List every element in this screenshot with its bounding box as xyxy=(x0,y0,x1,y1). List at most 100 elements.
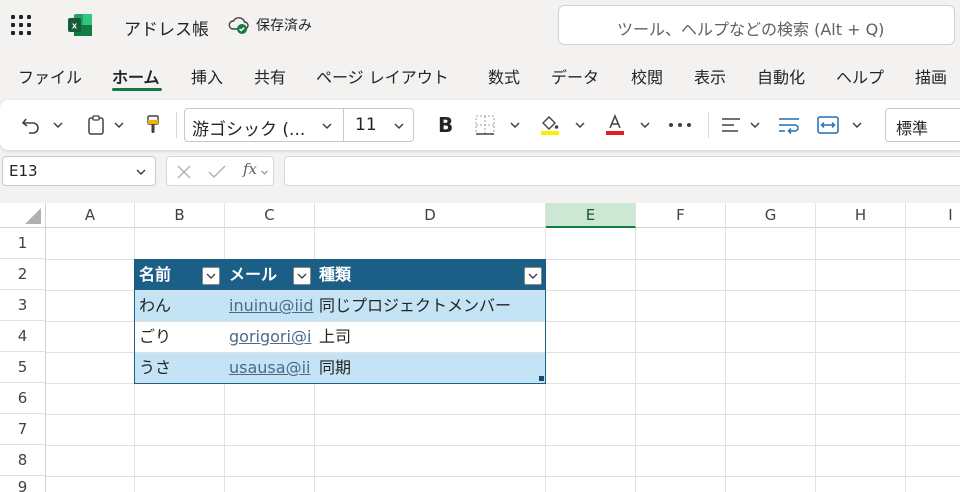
select-all-button[interactable] xyxy=(0,203,46,228)
paste-dropdown[interactable] xyxy=(113,100,125,150)
column-header-f[interactable]: F xyxy=(636,203,726,228)
chevron-down-icon xyxy=(575,122,585,129)
borders-dropdown[interactable] xyxy=(509,100,521,150)
font-picker[interactable]: 游ゴシック (... 11 xyxy=(184,108,414,142)
column-header-i[interactable]: I xyxy=(906,203,960,228)
row-header-7[interactable]: 7 xyxy=(0,414,46,445)
font-color-dropdown[interactable] xyxy=(639,100,651,150)
search-input[interactable]: ツール、ヘルプなどの検索 (Alt + Q) xyxy=(558,5,955,45)
column-header-h[interactable]: H xyxy=(816,203,906,228)
tab-draw[interactable]: 描画 xyxy=(915,64,947,88)
column-header-row: A B C D E F G H I xyxy=(0,203,960,228)
number-format-value: 標準 xyxy=(896,119,929,138)
chevron-down-icon xyxy=(510,122,520,129)
column-header-c[interactable]: C xyxy=(225,203,315,228)
column-header-a[interactable]: A xyxy=(46,203,135,228)
table-outline xyxy=(134,259,546,384)
align-button[interactable] xyxy=(720,100,742,150)
row-header-3[interactable]: 3 xyxy=(0,290,46,321)
number-format-select[interactable]: 標準 xyxy=(885,108,960,142)
row-header-1[interactable]: 1 xyxy=(0,228,46,259)
tab-share[interactable]: 共有 xyxy=(254,64,286,88)
bold-icon: B xyxy=(438,113,454,137)
save-status[interactable]: 保存済み xyxy=(228,15,312,35)
select-all-icon xyxy=(25,208,41,224)
row-header-4[interactable]: 4 xyxy=(0,321,46,352)
gridline xyxy=(725,228,726,492)
spreadsheet-grid[interactable]: A B C D E F G H I 1 2 3 4 5 6 7 8 9 名前 メ… xyxy=(0,203,960,492)
title-bar: x アドレス帳 保存済み ツール、ヘルプなどの検索 (Alt + Q) xyxy=(0,0,960,52)
column-header-g[interactable]: G xyxy=(726,203,816,228)
wrap-text-icon xyxy=(779,118,799,135)
ellipsis-icon xyxy=(669,123,691,127)
tab-review[interactable]: 校閲 xyxy=(631,64,663,88)
svg-text:x: x xyxy=(72,21,77,31)
bold-button[interactable]: B xyxy=(438,100,453,150)
column-header-e[interactable]: E xyxy=(546,203,636,228)
toolbar-divider xyxy=(176,112,177,138)
merge-dropdown[interactable] xyxy=(851,100,863,150)
font-color-icon xyxy=(606,114,624,135)
tab-insert[interactable]: 挿入 xyxy=(191,64,223,88)
more-options-button[interactable] xyxy=(668,100,692,150)
excel-logo-icon[interactable]: x xyxy=(67,13,93,37)
chevron-down-icon xyxy=(114,122,124,129)
tab-file[interactable]: ファイル xyxy=(18,64,82,88)
chevron-down-icon xyxy=(322,123,332,130)
formula-actions: fx xyxy=(166,156,274,186)
clipboard-icon xyxy=(88,115,104,135)
font-color-button[interactable] xyxy=(604,100,626,150)
wrap-text-button[interactable] xyxy=(777,100,801,150)
tab-formulas[interactable]: 数式 xyxy=(488,64,520,88)
chevron-down-icon xyxy=(136,169,146,176)
borders-button[interactable] xyxy=(474,100,496,150)
row-header-6[interactable]: 6 xyxy=(0,383,46,414)
font-size-value[interactable]: 11 xyxy=(355,115,377,135)
font-picker-divider xyxy=(343,109,344,141)
column-header-d[interactable]: D xyxy=(315,203,546,228)
fill-color-dropdown[interactable] xyxy=(574,100,586,150)
font-name-value: 游ゴシック (... xyxy=(192,120,306,140)
tab-home[interactable]: ホーム xyxy=(112,64,160,88)
paste-button[interactable] xyxy=(86,100,106,150)
insert-function-icon[interactable]: fx xyxy=(243,160,257,178)
row-header-5[interactable]: 5 xyxy=(0,352,46,383)
table-resize-handle[interactable] xyxy=(539,376,544,381)
cancel-icon[interactable] xyxy=(175,163,193,181)
save-status-label: 保存済み xyxy=(256,18,312,34)
gridline xyxy=(46,445,960,446)
align-dropdown[interactable] xyxy=(749,100,761,150)
gridline xyxy=(635,228,636,492)
format-painter-button[interactable] xyxy=(145,100,161,150)
undo-button[interactable] xyxy=(20,100,42,150)
enter-check-icon[interactable] xyxy=(207,163,227,181)
row-header-9[interactable]: 9 xyxy=(0,476,46,492)
formula-input[interactable] xyxy=(284,156,960,186)
row-header-8[interactable]: 8 xyxy=(0,445,46,476)
cloud-saved-icon xyxy=(228,15,250,35)
document-title[interactable]: アドレス帳 xyxy=(124,15,209,40)
merge-button[interactable] xyxy=(816,100,840,150)
ribbon-toolbar: 游ゴシック (... 11 B 標準 xyxy=(0,100,960,150)
gridline xyxy=(46,414,960,415)
gridline xyxy=(46,476,960,477)
undo-icon xyxy=(21,118,39,134)
name-box[interactable]: E13 xyxy=(2,156,156,186)
tab-automate[interactable]: 自動化 xyxy=(757,64,805,88)
brush-icon xyxy=(147,115,159,133)
active-tab-indicator xyxy=(112,88,162,91)
fill-color-button[interactable] xyxy=(539,100,561,150)
tab-view[interactable]: 表示 xyxy=(694,64,726,88)
row-header-2[interactable]: 2 xyxy=(0,259,46,290)
tab-help[interactable]: ヘルプ xyxy=(836,64,884,88)
tab-page-layout[interactable]: ページ レイアウト xyxy=(316,64,449,88)
search-placeholder: ツール、ヘルプなどの検索 (Alt + Q) xyxy=(617,20,885,39)
chevron-down-icon xyxy=(852,122,862,129)
tab-data[interactable]: データ xyxy=(551,64,599,88)
column-header-b[interactable]: B xyxy=(135,203,225,228)
ribbon-tabs: ファイル ホーム 挿入 共有 ページ レイアウト 数式 データ 校閲 表示 自動… xyxy=(0,58,960,98)
chevron-down-icon xyxy=(640,122,650,129)
undo-dropdown[interactable] xyxy=(52,100,64,150)
align-left-icon xyxy=(722,118,740,132)
app-launcher-icon[interactable] xyxy=(10,14,32,36)
